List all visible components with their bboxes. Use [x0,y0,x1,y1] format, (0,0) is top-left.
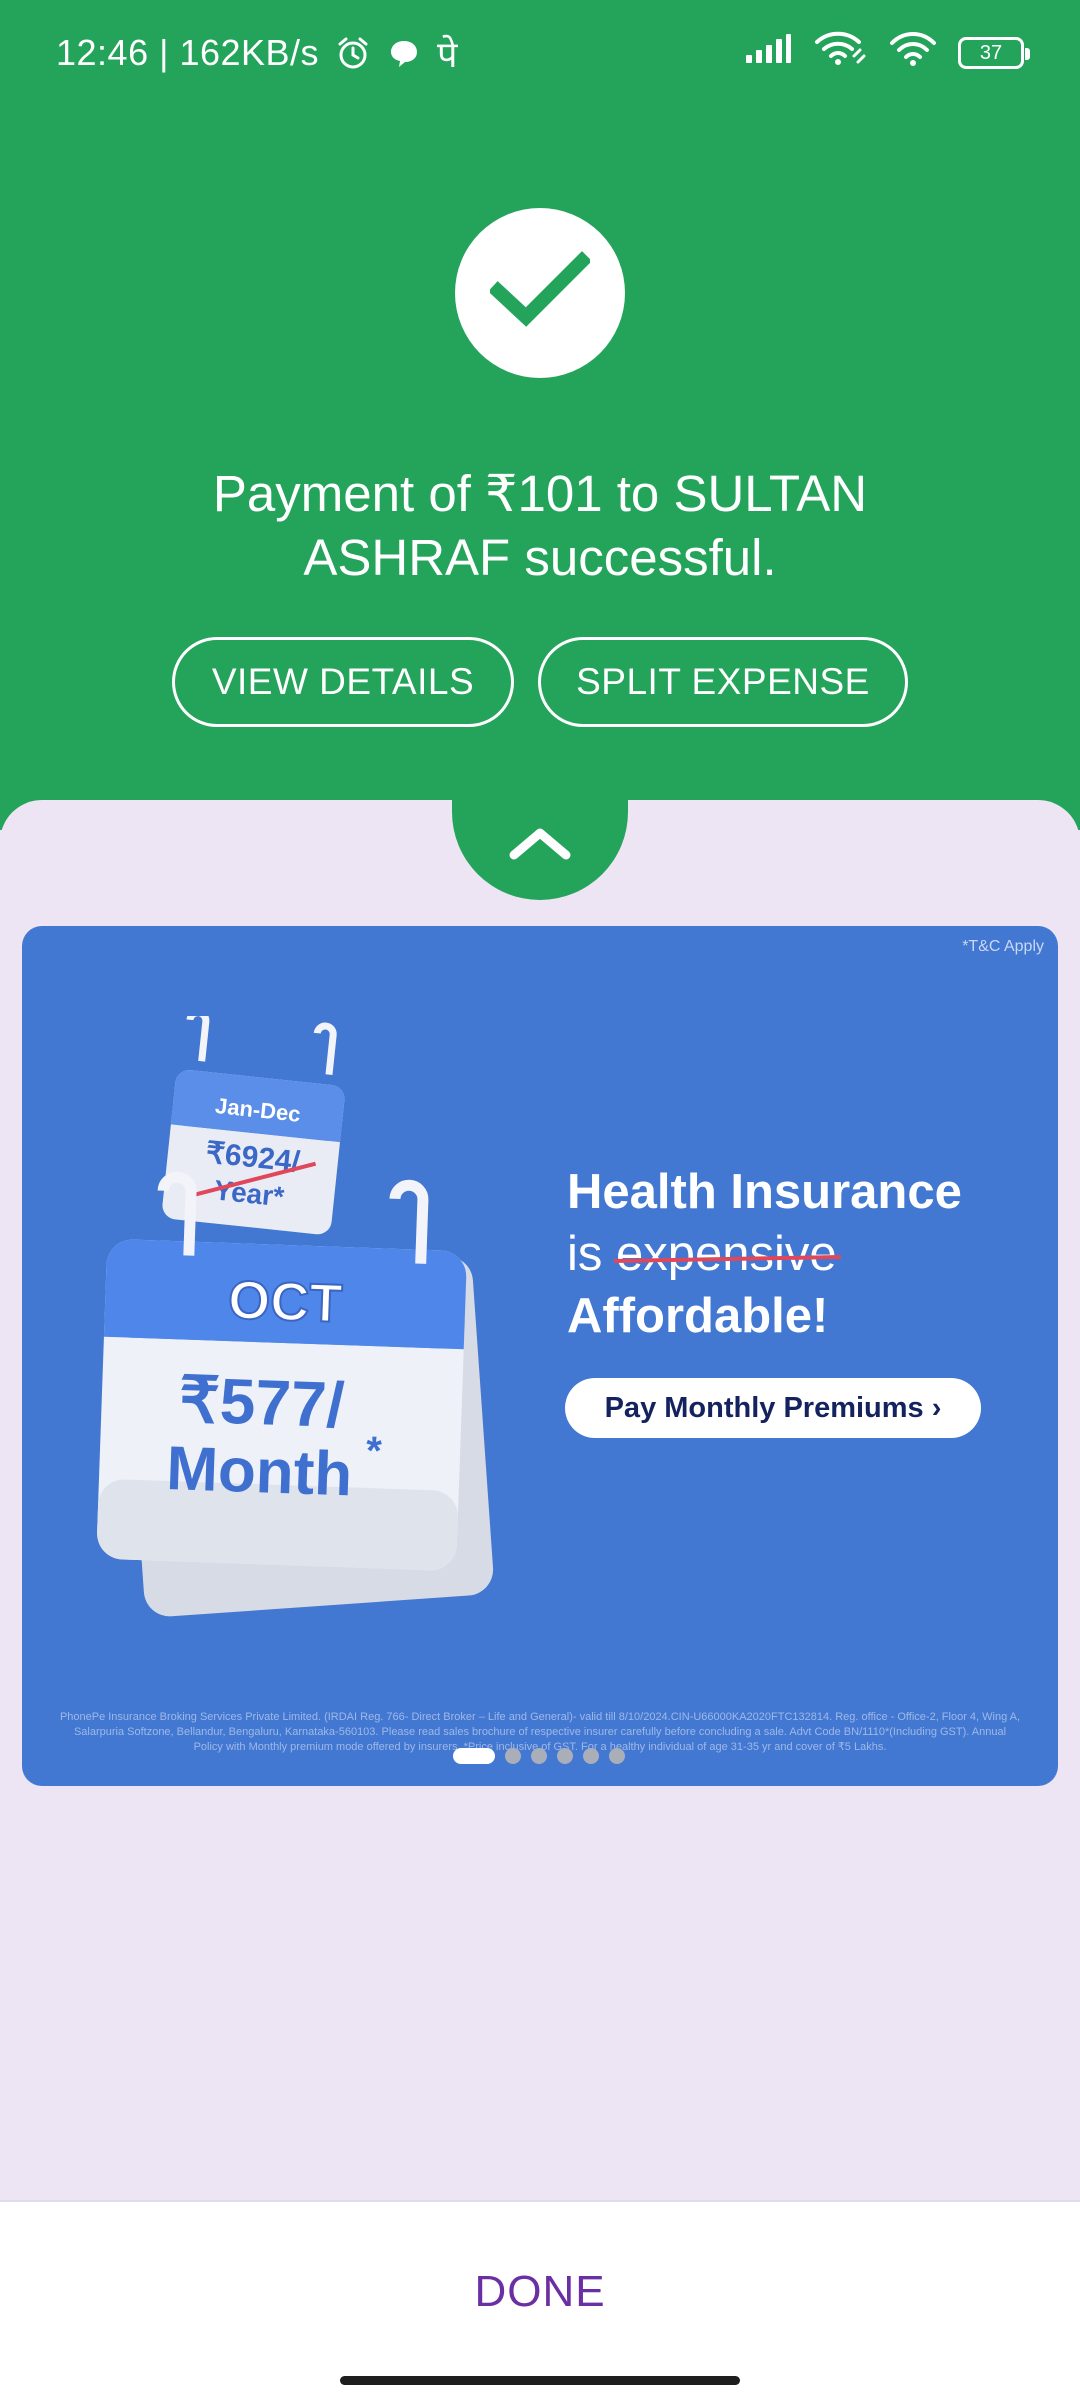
big-calendar-unit: Month [165,1434,353,1509]
headline-line-2: is expensive [567,1223,962,1285]
banner-headline: Health Insurance is expensive Affordable… [567,1161,962,1347]
wifi-linked-icon [814,30,868,77]
terms-apply-note: *T&C Apply [962,938,1044,955]
calendar-illustration: Jan-Dec ₹6924/ Year* OCT ₹577/ Month * [97,1016,494,1617]
headline-line-3: Affordable! [567,1289,829,1343]
battery-icon: 37 [958,37,1030,69]
payment-success-message: Payment of ₹101 to SULTAN ASHRAF success… [212,465,868,586]
alarm-icon [335,35,371,71]
payment-actions: VIEW DETAILS SPLIT EXPENSE [0,637,1080,727]
headline-line-1: Health Insurance [567,1165,962,1219]
carousel-dot[interactable] [505,1748,521,1764]
big-calendar-month: OCT [227,1270,343,1334]
carousel-dot[interactable] [557,1748,573,1764]
status-left: 12:46 | 162KB/s पे [56,30,458,76]
split-expense-button[interactable]: SPLIT EXPENSE [538,637,908,727]
wifi-icon [890,31,936,76]
pay-monthly-premiums-button[interactable]: Pay Monthly Premiums › [565,1378,981,1438]
status-extra-glyph: पे [437,33,458,75]
payment-success-header: 12:46 | 162KB/s पे 37 Payment of ₹101 to… [0,0,1080,830]
big-calendar-asterisk: * [365,1429,383,1474]
checkmark-icon [488,250,592,336]
health-insurance-banner[interactable]: *T&C Apply Jan-Dec ₹6924/ Year* OCT ₹577… [22,926,1058,1786]
carousel-indicator[interactable] [453,1748,625,1764]
view-details-button[interactable]: VIEW DETAILS [172,637,514,727]
bottom-bar: DONE [0,2200,1080,2400]
status-right: 37 [744,30,1030,77]
chevron-up-icon [508,825,572,866]
home-indicator[interactable] [340,2376,740,2385]
success-check-badge [455,208,625,378]
done-button[interactable]: DONE [390,2244,690,2340]
carousel-dot[interactable] [583,1748,599,1764]
headline-struck-word: expensive [616,1227,837,1281]
carousel-dot-active[interactable] [453,1748,495,1764]
big-calendar-price: ₹577/ [178,1363,346,1441]
status-time-speed: 12:46 | 162KB/s [56,32,320,73]
cell-signal-icon [744,32,792,74]
carousel-dot[interactable] [531,1748,547,1764]
chat-bubble-icon [387,36,421,70]
carousel-dot[interactable] [609,1748,625,1764]
battery-level: 37 [979,41,1003,64]
status-bar: 12:46 | 162KB/s पे 37 [0,0,1080,104]
headline-is: is [567,1227,603,1281]
